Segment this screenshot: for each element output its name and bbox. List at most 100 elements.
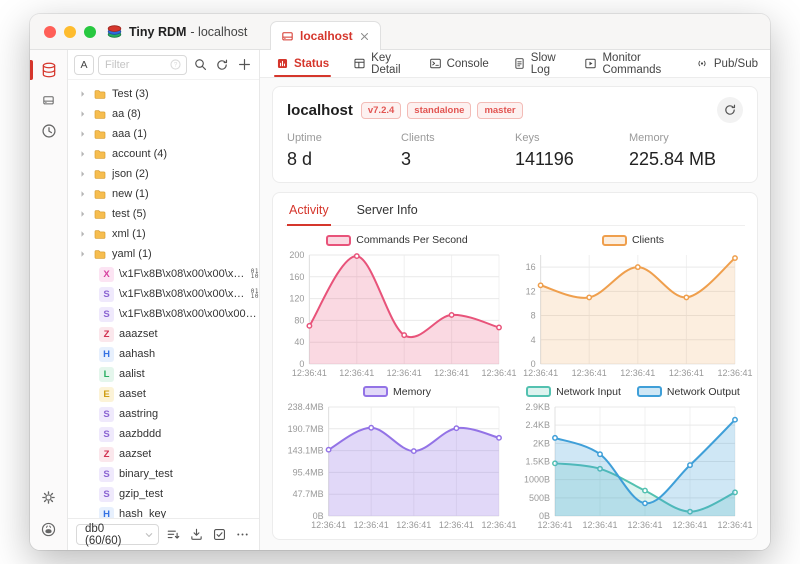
- key-row[interactable]: Haahash: [68, 344, 259, 364]
- rail-item-database[interactable]: [30, 60, 67, 80]
- stat-uptime: Uptime 8 d: [287, 132, 401, 170]
- key-row[interactable]: Hhash_key: [68, 504, 259, 518]
- chevron-right-icon[interactable]: [78, 189, 88, 199]
- app-title: Tiny RDM: [129, 24, 187, 39]
- tab-status[interactable]: Status: [264, 50, 341, 77]
- key-type-badge: E: [99, 386, 114, 402]
- key-row[interactable]: S \x1F\x8B\x08\x00\x00\x00\x00\x0...: [68, 304, 259, 324]
- refresh-icon: [723, 103, 737, 117]
- refresh-status-button[interactable]: [717, 97, 743, 123]
- rail-item-server[interactable]: [30, 94, 67, 107]
- key-row[interactable]: Zaazset: [68, 444, 259, 464]
- svg-text:12:36:41: 12:36:41: [620, 368, 655, 378]
- connection-tab-localhost[interactable]: localhost: [270, 21, 381, 50]
- tab-key-detail[interactable]: Key Detail: [341, 50, 416, 77]
- key-label: aastring: [119, 408, 159, 420]
- db-select[interactable]: db0 (60/60): [76, 522, 159, 547]
- key-row[interactable]: S \x1F\x8B\x08\x00\x00\x09n\x8... 0110: [68, 284, 259, 304]
- svg-text:200: 200: [289, 250, 304, 260]
- svg-text:12:36:41: 12:36:41: [354, 520, 389, 530]
- sort-keys-button[interactable]: [164, 526, 182, 544]
- tab-monitor-commands[interactable]: Monitor Commands: [572, 50, 682, 77]
- reload-keys-button[interactable]: [213, 56, 231, 74]
- chevron-right-icon[interactable]: [78, 209, 88, 219]
- folder-row[interactable]: new (1): [68, 184, 259, 204]
- key-row[interactable]: Zaaazset: [68, 324, 259, 344]
- binary-icon: 01 10: [250, 268, 259, 280]
- search-button[interactable]: [191, 56, 209, 74]
- charts-grid: Commands Per Second 12:36:41 12:36:41 12:36…: [285, 226, 753, 532]
- tab-label: Pub/Sub: [713, 57, 758, 70]
- tab-pub-sub[interactable]: Pub/Sub: [683, 50, 770, 77]
- add-key-button[interactable]: [235, 56, 253, 74]
- chevron-right-icon[interactable]: [78, 169, 88, 179]
- checkbox-mode-button[interactable]: [210, 526, 228, 544]
- key-row[interactable]: Laalist: [68, 364, 259, 384]
- filter-input[interactable]: [105, 58, 169, 71]
- server-icon: [42, 94, 55, 107]
- folder-row[interactable]: json (2): [68, 164, 259, 184]
- more-button[interactable]: [233, 526, 251, 544]
- close-window-button[interactable]: [44, 25, 56, 38]
- minimize-window-button[interactable]: [64, 25, 76, 38]
- folder-row[interactable]: aa (8): [68, 104, 259, 124]
- key-row[interactable]: Sbinary_test: [68, 464, 259, 484]
- legend-item[interactable]: Network Input: [526, 386, 621, 398]
- stat-value: 3: [401, 149, 412, 169]
- legend-item[interactable]: Commands Per Second: [326, 234, 468, 246]
- import-keys-button[interactable]: [187, 526, 205, 544]
- close-icon[interactable]: [359, 31, 370, 42]
- legend-label: Clients: [631, 234, 665, 246]
- folder-row[interactable]: test (5): [68, 204, 259, 224]
- chevron-right-icon[interactable]: [78, 89, 88, 99]
- rail-item-settings[interactable]: [30, 489, 67, 506]
- folder-row[interactable]: aaa (1): [68, 124, 259, 144]
- key-row[interactable]: Sgzip_test: [68, 484, 259, 504]
- zoom-window-button[interactable]: [84, 25, 96, 38]
- key-row[interactable]: Saastring: [68, 404, 259, 424]
- folder-label: json (2): [112, 168, 149, 180]
- activity-card: Activity Server Info Commands Per Second 1…: [272, 192, 758, 540]
- chevron-right-icon[interactable]: [78, 229, 88, 239]
- legend-item[interactable]: Memory: [363, 386, 431, 398]
- chevron-right-icon[interactable]: [78, 129, 88, 139]
- db-select-value: db0 (60/60): [85, 522, 122, 547]
- rail-item-history[interactable]: [30, 122, 67, 140]
- tab-activity[interactable]: Activity: [287, 193, 331, 226]
- rail-item-github[interactable]: [30, 521, 67, 538]
- legend-item[interactable]: Clients: [601, 234, 665, 246]
- key-row[interactable]: X \x1F\x8B\x08\x00\x00\x00\x0... 0110: [68, 264, 259, 284]
- chevron-right-icon[interactable]: [78, 249, 88, 259]
- filter-mode-button[interactable]: A: [74, 54, 94, 75]
- folder-row[interactable]: account (4): [68, 144, 259, 164]
- folder-icon: [93, 168, 107, 181]
- legend-item[interactable]: Network Output: [636, 386, 740, 398]
- key-type-badge: L: [99, 366, 114, 382]
- key-row[interactable]: Saazbddd: [68, 424, 259, 444]
- svg-text:12:36:41: 12:36:41: [582, 520, 617, 530]
- key-type-badge: H: [99, 346, 114, 362]
- stat-label: Memory: [629, 132, 669, 144]
- window-body: A ? Test (3) aa (8) aaa (1) account (4) json…: [30, 50, 770, 550]
- server-summary-card: localhost v7.2.4 standalone master Uptime 8…: [272, 86, 758, 183]
- chart-plot: 12:36:41 12:36:41 12:36:41 12:36:41 12:36:41…: [521, 400, 753, 532]
- svg-text:12:36:41: 12:36:41: [481, 520, 516, 530]
- svg-text:2KB: 2KB: [533, 438, 550, 448]
- tab-console[interactable]: Console: [417, 50, 501, 77]
- svg-text:1.5KB: 1.5KB: [525, 456, 550, 466]
- tab-server-info[interactable]: Server Info: [355, 193, 420, 225]
- app-window: Tiny RDM- localhost localhost A ?: [30, 14, 770, 550]
- stat-value: 141196: [515, 149, 574, 169]
- tab-label: Key Detail: [371, 51, 401, 76]
- tab-slow-log[interactable]: Slow Log: [501, 50, 573, 77]
- folder-row[interactable]: yaml (1): [68, 244, 259, 264]
- server-head: localhost v7.2.4 standalone master: [287, 97, 743, 123]
- svg-text:1000B: 1000B: [524, 474, 550, 484]
- server-badge: v7.2.4: [360, 101, 402, 119]
- key-row[interactable]: Eaaset: [68, 384, 259, 404]
- folder-row[interactable]: Test (3): [68, 84, 259, 104]
- main-panel: Status Key Detail Console Slow Log Monitor C…: [260, 50, 770, 550]
- chevron-right-icon[interactable]: [78, 109, 88, 119]
- folder-row[interactable]: xml (1): [68, 224, 259, 244]
- chevron-right-icon[interactable]: [78, 149, 88, 159]
